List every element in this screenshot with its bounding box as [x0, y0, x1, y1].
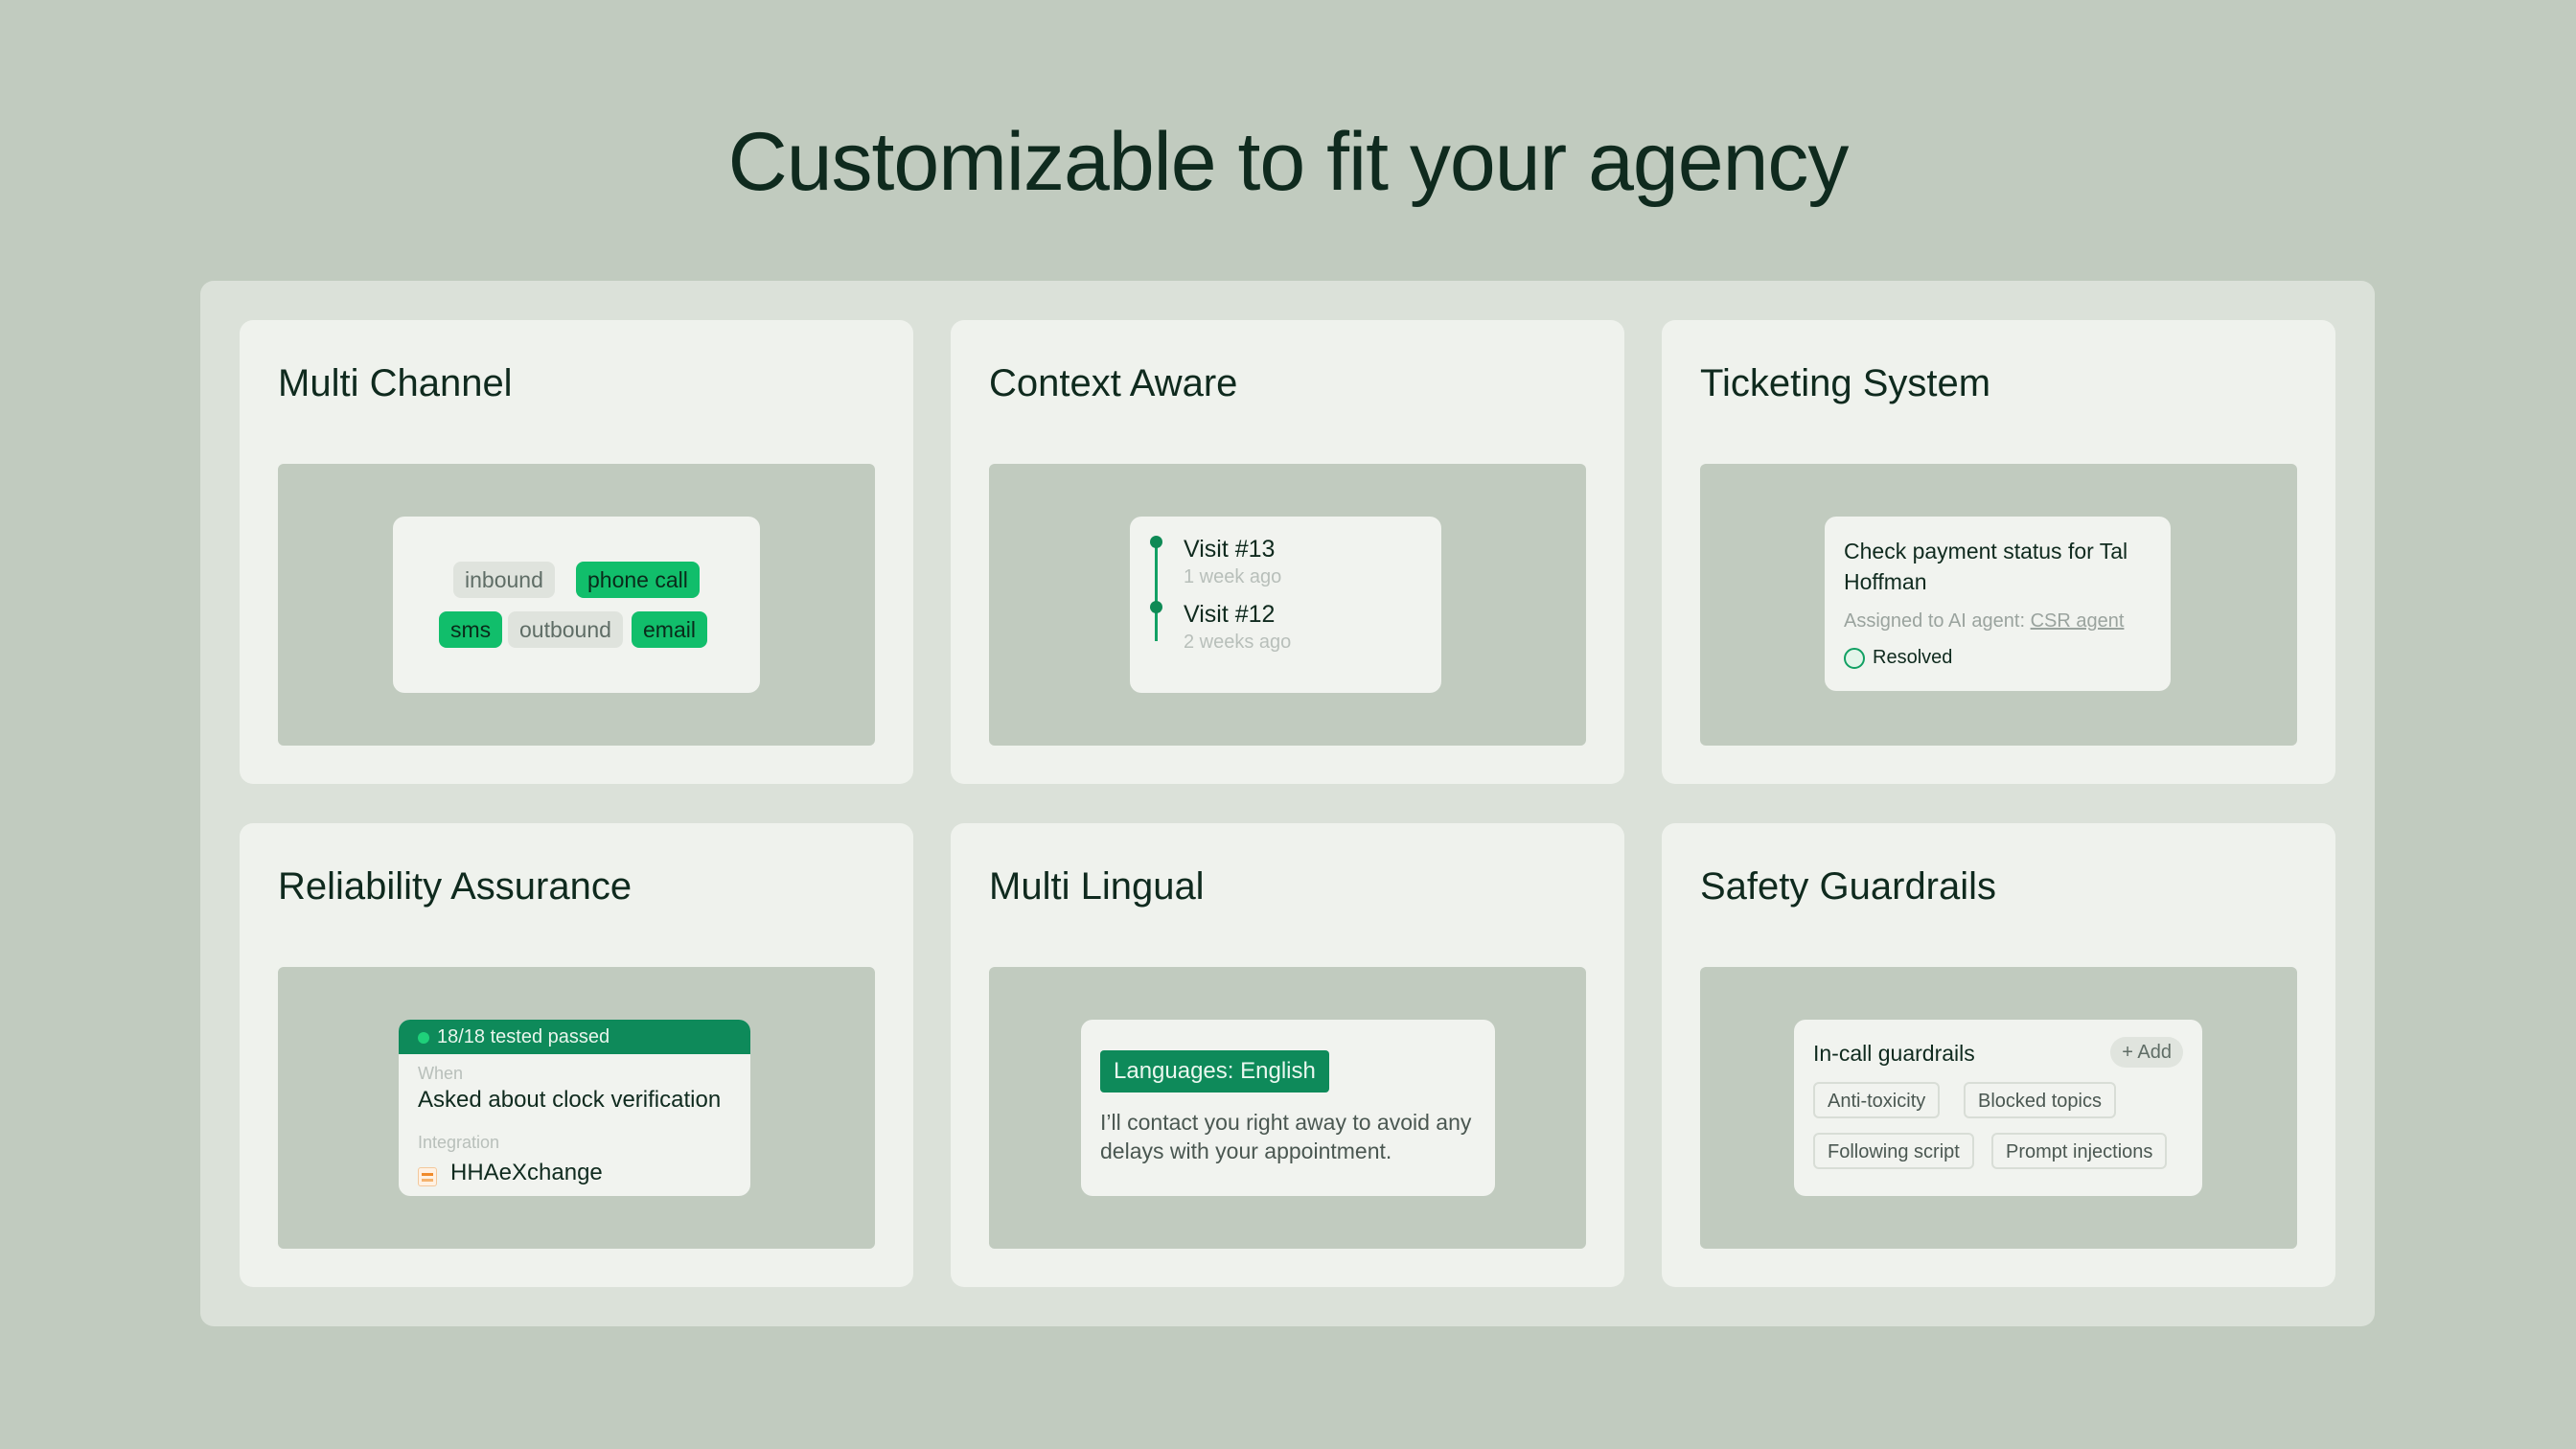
preview-stage: Visit #13 1 week ago Visit #12 2 weeks a… [989, 464, 1586, 746]
when-value: Asked about clock verification [418, 1087, 722, 1113]
assignee-prefix: Assigned to AI agent: [1844, 610, 2026, 632]
test-status-text: 18/18 tested passed [437, 1026, 610, 1047]
visit-title[interactable]: Visit #13 [1184, 536, 1275, 564]
guardrail-chip[interactable]: Blocked topics [1964, 1082, 2116, 1118]
features-panel: Multi Channel inbound phone call sms out… [200, 281, 2375, 1326]
visit-time: 2 weeks ago [1184, 632, 1292, 653]
chip-sms[interactable]: sms [439, 611, 503, 648]
guardrail-chip[interactable]: Prompt injections [1991, 1133, 2168, 1169]
test-widget: 18/18 tested passed When Asked about clo… [399, 1020, 750, 1196]
preview-stage: Languages: English I’ll contact you righ… [989, 967, 1586, 1249]
timeline-line [1155, 540, 1158, 641]
ticket-widget[interactable]: Check payment status for Tal Hoffman Ass… [1825, 517, 2171, 691]
card-title: Multi Lingual [989, 865, 1205, 908]
timeline-dot [1150, 601, 1162, 613]
card-context-aware: Context Aware Visit #13 1 week ago Visit… [951, 320, 1624, 784]
ticket-assignee: Assigned to AI agent: CSR agent [1844, 610, 2124, 632]
card-multi-channel: Multi Channel inbound phone call sms out… [240, 320, 913, 784]
page-title: Customizable to fit your agency [727, 116, 1850, 208]
card-multi-lingual: Multi Lingual Languages: English I’ll co… [951, 823, 1624, 1287]
card-reliability-assurance: Reliability Assurance 18/18 tested passe… [240, 823, 913, 1287]
preview-stage: 18/18 tested passed When Asked about clo… [278, 967, 875, 1249]
chip-inbound[interactable]: inbound [453, 562, 555, 598]
pass-dot-icon [418, 1032, 429, 1044]
timeline-dot [1150, 536, 1162, 548]
preview-stage: In-call guardrails + Add Anti-toxicity B… [1700, 967, 2297, 1249]
add-guardrail-button[interactable]: + Add [2110, 1037, 2183, 1068]
integration-value: HHAeXchange [450, 1160, 603, 1185]
preview-stage: Check payment status for Tal Hoffman Ass… [1700, 464, 2297, 746]
ticket-status: Resolved [1844, 647, 1952, 669]
hhaexchange-logo-icon [418, 1167, 437, 1186]
visit-time: 1 week ago [1184, 566, 1282, 587]
channel-widget: inbound phone call sms outbound email [393, 517, 760, 693]
ticket-title: Check payment status for Tal Hoffman [1844, 539, 2128, 594]
when-label: When [418, 1064, 464, 1083]
guardrails-title: In-call guardrails [1813, 1041, 1975, 1066]
chip-phone-call[interactable]: phone call [576, 562, 700, 598]
guardrail-chip[interactable]: Following script [1813, 1133, 1974, 1169]
card-ticketing-system: Ticketing System Check payment status fo… [1662, 320, 2335, 784]
chip-outbound[interactable]: outbound [508, 611, 623, 648]
visit-timeline: Visit #13 1 week ago Visit #12 2 weeks a… [1130, 517, 1441, 693]
status-circle-icon [1844, 647, 1865, 669]
card-title: Safety Guardrails [1700, 865, 1997, 908]
guardrail-chip[interactable]: Anti-toxicity [1813, 1082, 1941, 1118]
language-widget: Languages: English I’ll contact you righ… [1081, 1020, 1495, 1196]
sample-response: I’ll contact you right away to avoid any… [1100, 1110, 1472, 1163]
preview-stage: inbound phone call sms outbound email [278, 464, 875, 746]
card-title: Reliability Assurance [278, 865, 632, 908]
card-safety-guardrails: Safety Guardrails In-call guardrails + A… [1662, 823, 2335, 1287]
card-title: Ticketing System [1700, 362, 1991, 404]
status-label: Resolved [1873, 647, 1953, 668]
visit-title[interactable]: Visit #12 [1184, 601, 1275, 629]
integration-label: Integration [418, 1133, 500, 1152]
assignee-link[interactable]: CSR agent [2031, 610, 2125, 632]
card-title: Multi Channel [278, 362, 513, 404]
test-status-bar: 18/18 tested passed [399, 1020, 750, 1054]
chip-email[interactable]: email [632, 611, 707, 648]
language-tag[interactable]: Languages: English [1100, 1050, 1329, 1092]
card-title: Context Aware [989, 362, 1238, 404]
guardrails-widget: In-call guardrails + Add Anti-toxicity B… [1794, 1020, 2202, 1196]
